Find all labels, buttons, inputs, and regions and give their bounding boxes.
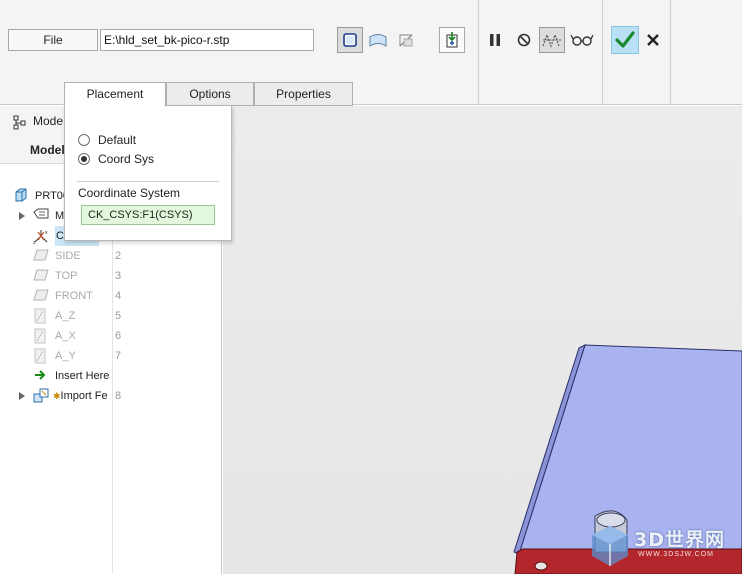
tab-properties[interactable]: Properties <box>254 82 353 106</box>
solid-icon[interactable] <box>337 27 363 53</box>
tree-item-label: A_X <box>55 330 76 342</box>
datum-plane-icon <box>33 248 49 264</box>
tree-item-datum-plane[interactable]: TOP 3 <box>0 266 222 286</box>
tree-item-label: Insert Here <box>55 370 110 382</box>
verify-preview-icon[interactable] <box>539 27 565 53</box>
surface-icon[interactable] <box>365 27 391 53</box>
tree-item-number: 3 <box>115 270 122 282</box>
tag-icon <box>33 208 49 224</box>
model-tree-column-header: Model <box>30 143 65 157</box>
datum-axis-icon <box>33 308 49 324</box>
cut-icon[interactable] <box>393 27 419 53</box>
svg-text:x: x <box>45 230 48 236</box>
datum-plane-icon <box>33 288 49 304</box>
tree-item-number: 7 <box>115 350 122 362</box>
default-option-label: Default <box>98 133 137 147</box>
toolbar-separator <box>478 0 479 105</box>
coordinate-system-icon: zx <box>33 228 49 246</box>
tree-item-import-feature[interactable]: ✱Import Fe 8 <box>0 386 222 406</box>
imported-part-geometry[interactable] <box>223 106 742 574</box>
expand-arrow-icon[interactable] <box>19 392 25 400</box>
graphics-window[interactable] <box>223 106 742 574</box>
tree-item-label: TOP <box>55 270 78 282</box>
model-tree-icon <box>12 114 28 133</box>
file-label: File <box>8 29 98 51</box>
watermark-cube-icon <box>592 526 628 566</box>
panel-divider <box>77 181 219 182</box>
coordinate-system-label: Coordinate System <box>78 186 181 200</box>
tree-item-datum-plane[interactable]: SIDE 2 <box>0 246 222 266</box>
tree-item-datum-plane[interactable]: FRONT 4 <box>0 286 222 306</box>
insert-arrow-icon <box>33 368 49 384</box>
insert-feature-icon[interactable] <box>439 27 465 53</box>
coord-sys-radio[interactable] <box>78 153 90 165</box>
tree-item-number: 2 <box>115 250 122 262</box>
tree-item-datum-axis[interactable]: A_Z 5 <box>0 306 222 326</box>
tree-item-label: FRONT <box>55 290 93 302</box>
tree-item-number: 8 <box>115 390 122 402</box>
pause-icon[interactable] <box>482 27 508 53</box>
tab-options[interactable]: Options <box>166 82 254 106</box>
datum-axis-icon <box>33 328 49 344</box>
cancel-x-icon[interactable] <box>640 27 666 53</box>
tree-item-label: A_Y <box>55 350 76 362</box>
tree-item-number: 6 <box>115 330 122 342</box>
tree-item-label: SIDE <box>55 250 81 262</box>
toolbar-separator <box>670 0 671 105</box>
default-radio[interactable] <box>78 134 90 146</box>
ok-check-icon[interactable] <box>611 26 639 54</box>
part-hole <box>534 561 548 571</box>
model-tree-title[interactable]: Mode <box>33 114 63 128</box>
watermark-text: 3D世界网 <box>634 529 725 551</box>
file-path-field[interactable]: E:\hld_set_bk-pico-r.stp <box>100 29 314 51</box>
tree-item-datum-axis[interactable]: A_X 6 <box>0 326 222 346</box>
tree-item-datum-axis[interactable]: A_Y 7 <box>0 346 222 366</box>
watermark-subtext: WWW.3DSJW.COM <box>638 551 714 558</box>
glasses-icon[interactable] <box>569 27 595 53</box>
import-feature-icon <box>33 388 49 404</box>
tree-item-label: ✱Import Fe <box>53 390 108 402</box>
datum-plane-icon <box>33 268 49 284</box>
tab-placement[interactable]: Placement <box>64 82 166 107</box>
site-watermark: 3D世界网 WWW.3DSJW.COM <box>588 520 738 570</box>
import-star-icon: ✱ <box>53 391 61 401</box>
toolbar-separator <box>602 0 603 105</box>
tree-item-number: 4 <box>115 290 122 302</box>
no-preview-icon[interactable] <box>511 27 537 53</box>
datum-axis-icon <box>33 348 49 364</box>
placement-panel: Default Coord Sys Coordinate System CK_C… <box>64 105 232 241</box>
default-option[interactable]: Default <box>78 132 136 148</box>
tree-item-number: 5 <box>115 310 122 322</box>
coord-sys-option-label: Coord Sys <box>98 152 155 166</box>
expand-arrow-icon[interactable] <box>19 212 25 220</box>
coord-sys-option[interactable]: Coord Sys <box>78 151 154 167</box>
tree-item-insert-here[interactable]: Insert Here <box>0 366 222 386</box>
part-icon <box>14 188 30 204</box>
coordinate-system-collector[interactable]: CK_CSYS:F1(CSYS) <box>81 205 215 225</box>
tree-item-label: A_Z <box>55 310 76 322</box>
